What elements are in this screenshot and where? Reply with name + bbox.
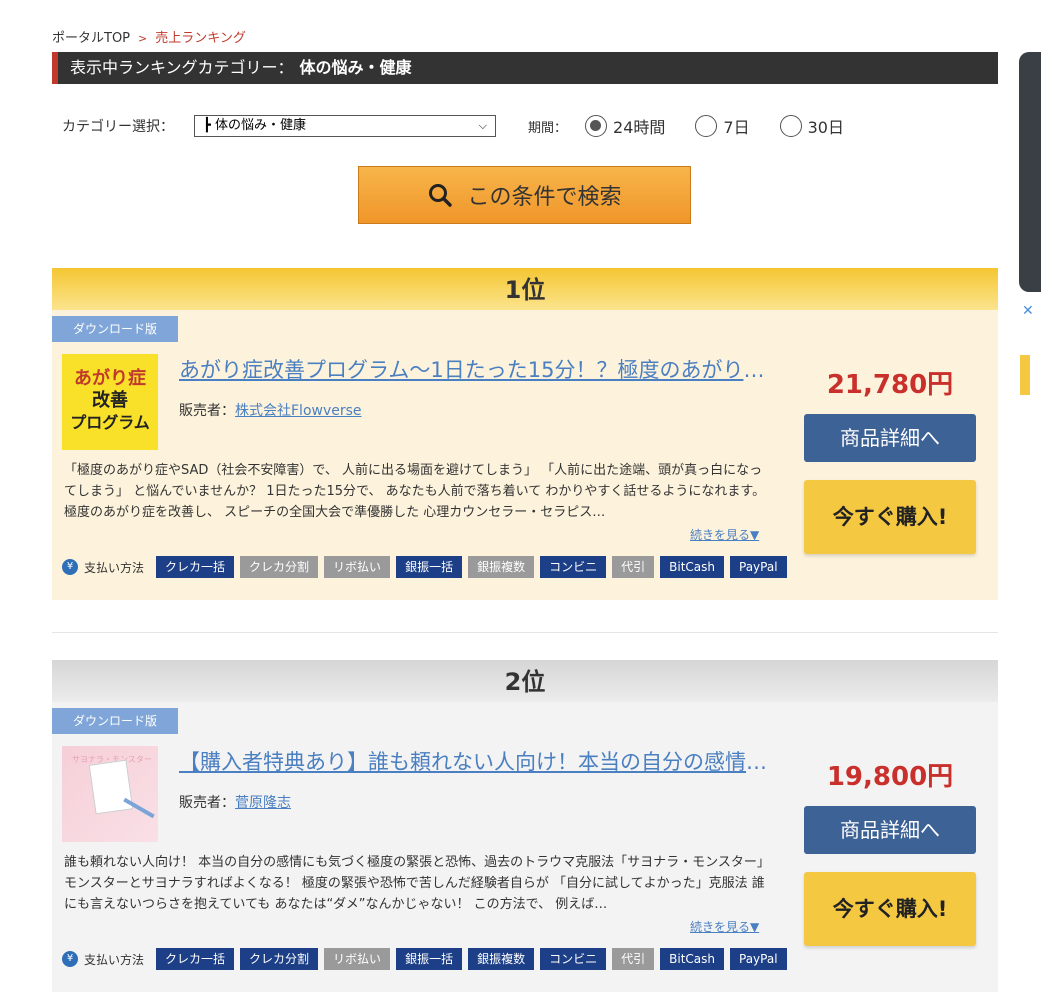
payment-label: 支払い方法 bbox=[84, 952, 145, 967]
payment-chip: 代引 bbox=[612, 556, 655, 578]
product-price: 19,800円 bbox=[826, 762, 954, 792]
seller-label: 販売者： bbox=[179, 795, 235, 811]
search-button[interactable]: この条件で検索 bbox=[358, 166, 691, 224]
product-thumbnail[interactable]: あがり症 改善 プログラム bbox=[62, 354, 158, 450]
payment-chip: 銀振一括 bbox=[396, 948, 463, 970]
read-more-link[interactable]: 続きを見る▼ bbox=[690, 526, 759, 543]
seller-link[interactable]: 菅原隆志 bbox=[235, 795, 291, 811]
seller-info: 販売者：株式会社Flowverse bbox=[179, 400, 362, 420]
download-badge: ダウンロード版 bbox=[52, 708, 178, 734]
buy-now-button[interactable]: 今すぐ購入! bbox=[804, 480, 976, 554]
breadcrumb-separator: > bbox=[138, 32, 148, 45]
payment-chip: 銀振複数 bbox=[468, 948, 535, 970]
yen-icon: ¥ bbox=[62, 951, 78, 967]
payment-chip: BitCash bbox=[660, 948, 724, 970]
divider bbox=[52, 632, 998, 633]
read-more-link[interactable]: 続きを見る▼ bbox=[690, 918, 759, 935]
category-heading-bar: 表示中ランキングカテゴリー： 体の悩み・健康 bbox=[52, 52, 998, 84]
thumb-text: 改善 bbox=[92, 390, 128, 411]
search-icon bbox=[429, 184, 453, 207]
period-radio-24h[interactable]: 24時間 bbox=[585, 114, 665, 138]
breadcrumb: ポータルTOP > 売上ランキング bbox=[52, 27, 246, 46]
yen-icon: ¥ bbox=[62, 559, 78, 575]
product-description: 「極度のあがり症やSAD（社会不安障害）で、 人前に出る場面を避けてしまう」 「… bbox=[64, 463, 766, 520]
radio-icon bbox=[779, 115, 802, 137]
download-badge: ダウンロード版 bbox=[52, 316, 178, 342]
category-heading-value: 体の悩み・健康 bbox=[299, 58, 412, 77]
product-title-link[interactable]: あがり症改善プログラム〜1日たった15分！？極度のあがり症やSADを改善 bbox=[179, 354, 769, 384]
chevron-down-icon: ⌵ bbox=[478, 119, 487, 132]
period-radio-label: 24時間 bbox=[613, 118, 666, 137]
seller-label: 販売者： bbox=[179, 403, 235, 419]
payment-chip: コンビニ bbox=[540, 948, 607, 970]
ranking-item-body: ダウンロード版 あがり症 改善 プログラム あがり症改善プログラム〜1日たった1… bbox=[52, 310, 998, 600]
payment-chip: BitCash bbox=[660, 556, 724, 578]
payment-label: 支払い方法 bbox=[84, 560, 145, 575]
side-ad-panel[interactable] bbox=[1019, 52, 1041, 292]
ranking-item-body: ダウンロード版 サヨナラ・モンスター 【購入者特典あり】誰も頼れない人向け！本当… bbox=[52, 702, 998, 992]
search-button-label: この条件で検索 bbox=[467, 185, 622, 210]
product-thumbnail[interactable]: サヨナラ・モンスター bbox=[62, 746, 158, 842]
product-detail-button[interactable]: 商品詳細へ bbox=[804, 806, 976, 854]
product-title-link[interactable]: 【購入者特典あり】誰も頼れない人向け！本当の自分の感情にも気づく極度の緊張と恐怖 bbox=[179, 746, 769, 776]
rank-heading: 2位 bbox=[52, 660, 998, 702]
product-description: 誰も頼れない人向け！ 本当の自分の感情にも気づく極度の緊張と恐怖、過去のトラウマ… bbox=[64, 855, 770, 912]
radio-selected-icon bbox=[585, 115, 608, 137]
payment-chip: クレカ分割 bbox=[240, 948, 319, 970]
payment-chip: 代引 bbox=[612, 948, 655, 970]
payment-chip: コンビニ bbox=[540, 556, 607, 578]
seller-info: 販売者：菅原隆志 bbox=[179, 792, 291, 812]
thumb-text: プログラム bbox=[70, 413, 150, 432]
payment-chip: クレカ一括 bbox=[156, 948, 235, 970]
category-select-value: ┣ 体の悩み・健康 bbox=[203, 118, 306, 133]
period-label: 期間： bbox=[528, 120, 568, 136]
product-detail-button[interactable]: 商品詳細へ bbox=[804, 414, 976, 462]
category-select-label: カテゴリー選択： bbox=[62, 119, 174, 135]
payment-chip: リボ払い bbox=[324, 556, 391, 578]
payment-chip: クレカ一括 bbox=[156, 556, 235, 578]
period-radio-label: 7日 bbox=[723, 118, 750, 137]
period-radio-label: 30日 bbox=[807, 118, 844, 137]
side-accent-bar bbox=[1020, 355, 1030, 395]
radio-icon bbox=[695, 115, 718, 137]
breadcrumb-current: 売上ランキング bbox=[155, 31, 246, 46]
breadcrumb-home-link[interactable]: ポータルTOP bbox=[52, 31, 130, 46]
filter-row: カテゴリー選択： ┣ 体の悩み・健康 ⌵ 期間： 24時間 7日 30日 bbox=[62, 112, 874, 140]
rank-heading: 1位 bbox=[52, 268, 998, 310]
ranking-item: 2位 ダウンロード版 サヨナラ・モンスター 【購入者特典あり】誰も頼れない人向け… bbox=[52, 660, 998, 992]
notebook-graphic bbox=[88, 759, 134, 815]
payment-chip: 銀振一括 bbox=[396, 556, 463, 578]
payment-methods: ¥ 支払い方法 クレカ一括 クレカ分割 リボ払い 銀振一括 銀振複数 コンビニ … bbox=[62, 556, 793, 578]
close-icon[interactable]: ✕ bbox=[1022, 303, 1034, 319]
category-select[interactable]: ┣ 体の悩み・健康 ⌵ bbox=[194, 115, 496, 137]
seller-link[interactable]: 株式会社Flowverse bbox=[235, 403, 362, 419]
payment-chip: PayPal bbox=[730, 556, 787, 578]
buy-now-button[interactable]: 今すぐ購入! bbox=[804, 872, 976, 946]
payment-chip: 銀振複数 bbox=[468, 556, 535, 578]
ranking-page: ポータルTOP > 売上ランキング 表示中ランキングカテゴリー： 体の悩み・健康 カテ… bbox=[0, 0, 1041, 1000]
product-price: 21,780円 bbox=[826, 370, 954, 400]
category-heading-label: 表示中ランキングカテゴリー： bbox=[70, 58, 294, 77]
payment-methods: ¥ 支払い方法 クレカ一括 クレカ分割 リボ払い 銀振一括 銀振複数 コンビニ … bbox=[62, 948, 793, 970]
ranking-item: 1位 ダウンロード版 あがり症 改善 プログラム あがり症改善プログラム〜1日た… bbox=[52, 268, 998, 600]
payment-chip: クレカ分割 bbox=[240, 556, 319, 578]
period-radio-30d[interactable]: 30日 bbox=[779, 114, 844, 138]
payment-chip: リボ払い bbox=[324, 948, 391, 970]
payment-chip: PayPal bbox=[730, 948, 787, 970]
thumb-text: あがり症 bbox=[74, 368, 146, 389]
period-radio-7d[interactable]: 7日 bbox=[695, 114, 750, 138]
